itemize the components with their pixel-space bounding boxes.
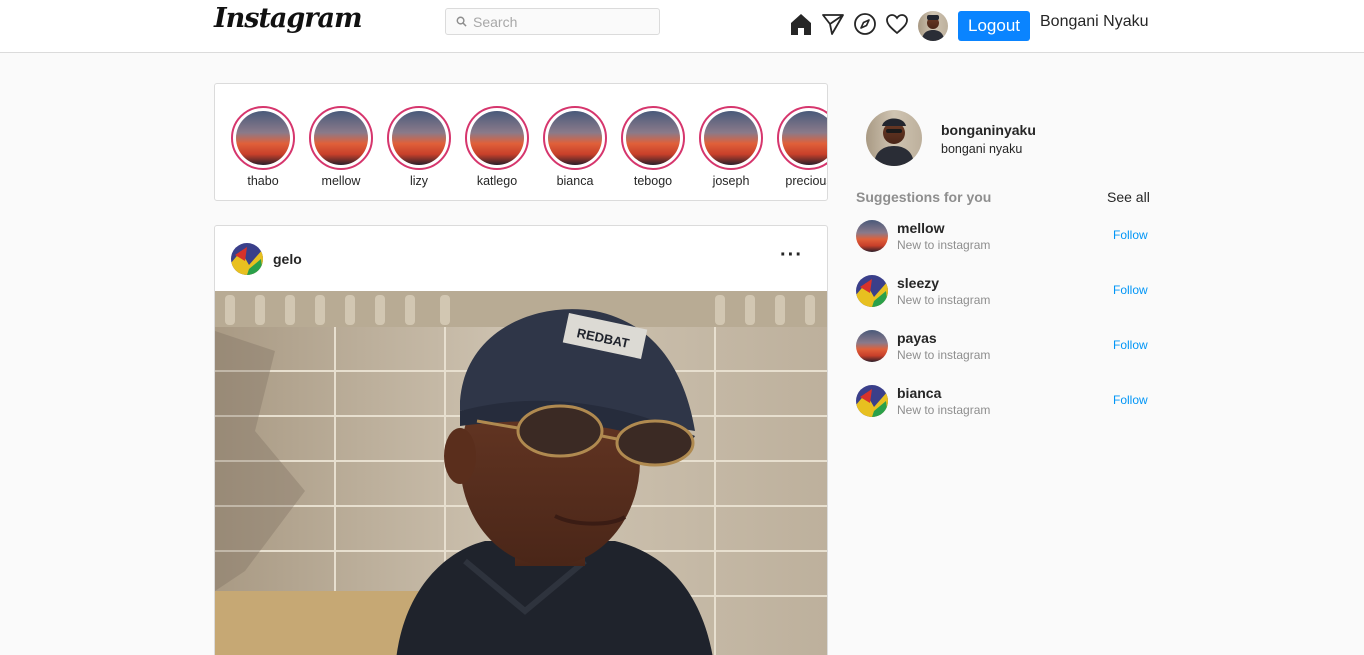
suggestion-avatar[interactable] xyxy=(856,275,888,307)
direct-send-icon[interactable] xyxy=(820,11,846,37)
story-name: joseph xyxy=(712,174,750,188)
story-avatar xyxy=(470,111,524,165)
suggestion-avatar[interactable] xyxy=(856,385,888,417)
story-name: precious xyxy=(785,174,828,188)
suggestion-username[interactable]: sleezy xyxy=(897,275,939,291)
story-ring xyxy=(621,106,685,170)
search-icon xyxy=(456,16,467,27)
top-nav: Instagram Logout Bongani Nyaku xyxy=(0,0,1364,53)
suggestion-username[interactable]: payas xyxy=(897,330,937,346)
post-header: gelo ··· xyxy=(215,226,827,291)
story-item[interactable]: bianca xyxy=(536,106,614,188)
story-avatar xyxy=(392,111,446,165)
follow-button[interactable]: Follow xyxy=(1113,283,1148,297)
current-full-name: bongani nyaku xyxy=(941,142,1023,156)
story-name: tebogo xyxy=(633,174,673,188)
suggestions-title: Suggestions for you xyxy=(856,189,992,205)
suggestion-subtitle: New to instagram xyxy=(897,348,991,362)
heart-icon[interactable] xyxy=(884,11,910,37)
suggestion-username[interactable]: bianca xyxy=(897,385,941,401)
home-icon[interactable] xyxy=(788,11,814,37)
story-avatar xyxy=(782,111,827,165)
stories-bar: thabo mellow lizy katlego bianca tebogo … xyxy=(214,83,828,201)
suggestion-username[interactable]: mellow xyxy=(897,220,944,236)
explore-compass-icon[interactable] xyxy=(852,11,878,37)
story-item[interactable]: lizy xyxy=(380,106,458,188)
current-user-avatar[interactable] xyxy=(866,110,922,166)
suggestion-item: mellow New to instagram Follow xyxy=(856,220,1150,260)
story-avatar xyxy=(314,111,368,165)
story-ring xyxy=(777,106,827,170)
story-item[interactable]: precious xyxy=(770,106,828,188)
story-item[interactable]: mellow xyxy=(302,106,380,188)
instagram-logo[interactable]: Instagram xyxy=(214,3,363,34)
story-item[interactable]: tebogo xyxy=(614,106,692,188)
profile-avatar[interactable] xyxy=(918,11,948,41)
more-options-icon[interactable]: ··· xyxy=(780,244,803,267)
story-name: lizy xyxy=(409,174,429,188)
follow-button[interactable]: Follow xyxy=(1113,338,1148,352)
post-avatar[interactable] xyxy=(231,242,263,275)
post-image[interactable]: REDBAT xyxy=(215,291,828,655)
suggestion-subtitle: New to instagram xyxy=(897,238,991,252)
suggestion-item: payas New to instagram Follow xyxy=(856,330,1150,370)
suggestion-avatar[interactable] xyxy=(856,220,888,252)
current-username[interactable]: bonganinyaku xyxy=(941,122,1036,138)
story-name: mellow xyxy=(321,174,361,188)
feed-post: gelo ··· REDBAT xyxy=(214,225,828,655)
post-username[interactable]: gelo xyxy=(273,251,302,267)
see-all-link[interactable]: See all xyxy=(1107,189,1150,205)
story-ring xyxy=(699,106,763,170)
story-avatar xyxy=(704,111,758,165)
story-ring xyxy=(309,106,373,170)
story-ring xyxy=(387,106,451,170)
story-item[interactable]: thabo xyxy=(224,106,302,188)
logout-button[interactable]: Logout xyxy=(958,11,1030,41)
follow-button[interactable]: Follow xyxy=(1113,228,1148,242)
story-name: katlego xyxy=(476,174,518,188)
story-ring xyxy=(543,106,607,170)
search-input[interactable] xyxy=(473,13,653,30)
follow-button[interactable]: Follow xyxy=(1113,393,1148,407)
story-avatar xyxy=(548,111,602,165)
story-name: thabo xyxy=(247,174,279,188)
story-avatar xyxy=(626,111,680,165)
story-avatar xyxy=(236,111,290,165)
search-box[interactable] xyxy=(445,8,660,35)
story-ring xyxy=(465,106,529,170)
suggestion-item: bianca New to instagram Follow xyxy=(856,385,1150,425)
story-item[interactable]: joseph xyxy=(692,106,770,188)
suggestion-item: sleezy New to instagram Follow xyxy=(856,275,1150,315)
story-item[interactable]: katlego xyxy=(458,106,536,188)
suggestion-subtitle: New to instagram xyxy=(897,403,991,417)
nav-username[interactable]: Bongani Nyaku xyxy=(1040,13,1149,31)
story-ring xyxy=(231,106,295,170)
suggestion-subtitle: New to instagram xyxy=(897,293,991,307)
story-name: bianca xyxy=(556,174,594,188)
suggestion-avatar[interactable] xyxy=(856,330,888,362)
